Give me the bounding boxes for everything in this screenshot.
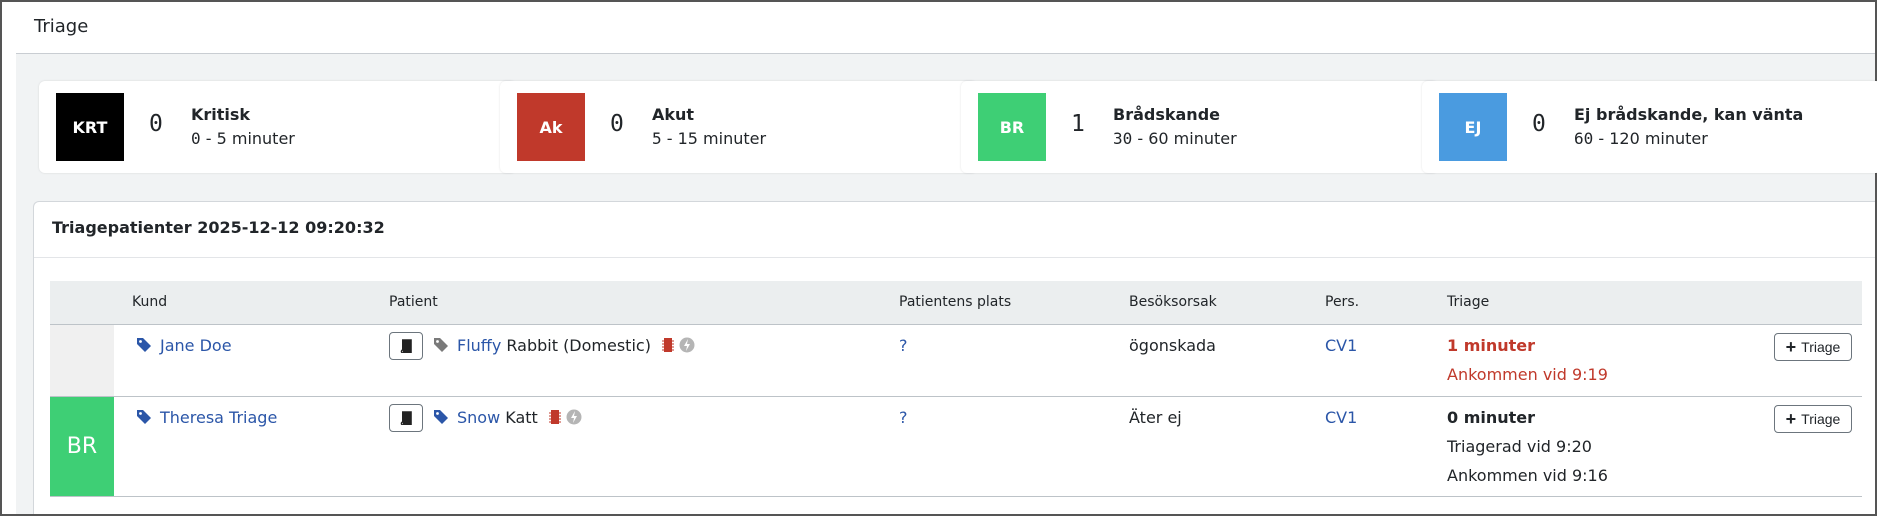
summary-card-akut: Ak 0 Akut 5 - 15 minuter (500, 81, 977, 173)
patient-cell: Fluffy Rabbit (Domestic) (433, 336, 695, 355)
location-link[interactable]: ? (899, 408, 908, 427)
column-header-pers: Pers. (1325, 294, 1360, 310)
column-header-plats: Patientens plats (899, 294, 1012, 310)
patient-link[interactable]: Fluffy (457, 336, 501, 355)
priority-name: Kritisk (191, 105, 251, 124)
table-row: Jane Doe Fluffy Rabbit (Domestic) ? ögon… (50, 325, 1862, 397)
panel-header: Triagepatienter 2025-12-12 09:20:32 (34, 202, 1875, 258)
patient-species: Katt (505, 408, 538, 427)
location-link[interactable]: ? (899, 336, 908, 355)
customer-link[interactable]: Jane Doe (160, 336, 232, 355)
top-bar: Triage (16, 4, 1875, 54)
customer-cell: Theresa Triage (136, 408, 277, 427)
triage-button[interactable]: + Triage (1774, 405, 1852, 433)
customer-cell: Jane Doe (136, 336, 232, 355)
priority-cell: BR (50, 397, 114, 496)
book-icon (400, 411, 412, 425)
tag-icon (137, 338, 151, 352)
microchip-icon (548, 410, 561, 424)
journal-button[interactable] (389, 332, 423, 360)
column-header-kund: Kund (132, 294, 168, 310)
app-window: Triage KRT 0 Kritisk 0 - 5 minuter Ak 0 … (0, 0, 1877, 516)
plus-icon: + (1785, 337, 1797, 357)
priority-name: Ej brådskande, kan vänta (1574, 105, 1804, 124)
panel-title: Triagepatienter 2025-12-12 09:20:32 (52, 218, 385, 237)
page-title: Triage (34, 16, 89, 37)
staff-link[interactable]: CV1 (1325, 336, 1357, 355)
customer-link[interactable]: Theresa Triage (160, 408, 277, 427)
priority-count: 0 (149, 111, 163, 137)
priority-count: 1 (1071, 111, 1085, 137)
patient-species: Rabbit (Domestic) (506, 336, 651, 355)
microchip-icon (662, 338, 675, 352)
patient-link[interactable]: Snow (457, 408, 500, 427)
arrived-time: Ankommen vid 9:19 (1447, 365, 1608, 384)
triage-patients-panel: Triagepatienter 2025-12-12 09:20:32 Kund… (33, 201, 1875, 514)
triaged-time: Triagerad vid 9:20 (1447, 437, 1592, 456)
tag-icon (434, 338, 448, 352)
patient-cell: Snow Katt (433, 408, 582, 427)
priority-badge: KRT (56, 93, 124, 161)
tag-icon (434, 410, 448, 424)
staff-link[interactable]: CV1 (1325, 408, 1357, 427)
plus-icon: + (1785, 409, 1797, 429)
priority-range: 0 - 5 minuter (191, 129, 295, 148)
priority-badge: Ak (517, 93, 585, 161)
arrived-time: Ankommen vid 9:16 (1447, 466, 1608, 485)
priority-name: Akut (652, 105, 695, 124)
priority-range: 5 - 15 minuter (652, 129, 767, 148)
priority-badge: BR (978, 93, 1046, 161)
visit-reason: Äter ej (1129, 408, 1182, 427)
summary-card-ej-bradskande: EJ 0 Ej brådskande, kan vänta 60 - 120 m… (1422, 81, 1877, 173)
priority-summary: KRT 0 Kritisk 0 - 5 minuter Ak 0 Akut 5 … (39, 81, 1877, 173)
priority-name: Brådskande (1113, 105, 1220, 124)
tag-icon (137, 410, 151, 424)
column-header-patient: Patient (389, 294, 438, 310)
priority-cell (50, 325, 114, 396)
priority-range: 60 - 120 minuter (1574, 129, 1708, 148)
triage-wait-time: 1 minuter (1447, 336, 1536, 355)
bolt-badge-icon (566, 409, 582, 425)
priority-badge: EJ (1439, 93, 1507, 161)
priority-count: 0 (610, 111, 624, 137)
summary-card-kritisk: KRT 0 Kritisk 0 - 5 minuter (39, 81, 516, 173)
bolt-badge-icon (679, 337, 695, 353)
priority-range: 30 - 60 minuter (1113, 129, 1237, 148)
visit-reason: ögonskada (1129, 336, 1216, 355)
column-header-orsak: Besöksorsak (1129, 294, 1217, 310)
triage-button[interactable]: + Triage (1774, 333, 1852, 361)
content-area: KRT 0 Kritisk 0 - 5 minuter Ak 0 Akut 5 … (16, 54, 1877, 514)
triage-wait-time: 0 minuter (1447, 408, 1536, 427)
journal-button[interactable] (389, 404, 423, 432)
column-header-triage: Triage (1447, 294, 1490, 310)
priority-count: 0 (1532, 111, 1546, 137)
table-row: BR Theresa Triage Snow Katt ? Äter ej CV… (50, 397, 1862, 497)
book-icon (400, 339, 412, 353)
table-header: Kund Patient Patientens plats Besöksorsa… (50, 281, 1862, 325)
summary-card-bradskande: BR 1 Brådskande 30 - 60 minuter (961, 81, 1438, 173)
